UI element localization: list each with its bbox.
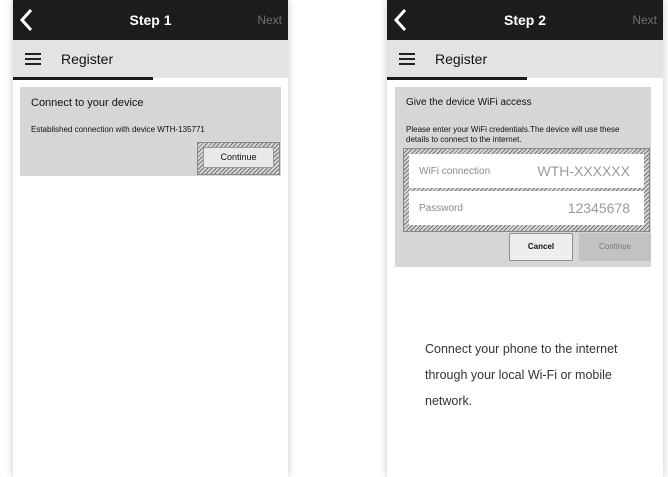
continue-button[interactable]: Continue [203,147,274,168]
password-value: 12345678 [567,200,630,216]
nav-underline [387,77,527,80]
hamburger-menu-icon[interactable] [25,53,41,65]
connection-message: Established connection with device WTH-1… [31,125,205,134]
top-bar: Step 1 Next [13,0,288,40]
wifi-connection-value: WTH-XXXXXX [537,163,630,179]
nav-title: Register [435,51,488,67]
wifi-connection-label: WiFi connection [419,166,491,177]
password-label: Password [419,203,463,214]
connect-device-card: Connect to your device Established conne… [20,87,281,176]
card-title: Give the device WiFi access [406,97,532,108]
info-text: Connect your phone to the internet throu… [425,342,618,408]
hamburger-menu-icon[interactable] [399,53,415,65]
nav-bar: Register [387,40,663,80]
card-title: Connect to your device [31,97,144,109]
password-field[interactable]: Password 12345678 [409,191,644,225]
nav-title: Register [61,51,114,67]
wifi-access-card: Give the device WiFi access Please enter… [395,87,651,267]
nav-bar: Register [13,40,288,80]
wifi-instructions: Please enter your WiFi credentials.The d… [406,125,620,144]
wifi-connection-field[interactable]: WiFi connection WTH-XXXXXX [409,154,644,188]
step-title: Step 1 [129,12,172,28]
next-button[interactable]: Next [632,13,657,27]
next-button[interactable]: Next [257,13,282,27]
top-bar: Step 2 Next [387,0,663,40]
continue-button-disabled[interactable]: Continue [579,233,651,261]
step-title: Step 2 [503,12,546,28]
phone-screen-step-2: Step 2 Next Register Give the device WiF… [387,0,663,477]
phone-screen-step-1: Step 1 Next Register Connect to your dev… [13,0,288,477]
nav-underline [13,77,153,80]
cancel-button[interactable]: Cancel [509,233,573,261]
